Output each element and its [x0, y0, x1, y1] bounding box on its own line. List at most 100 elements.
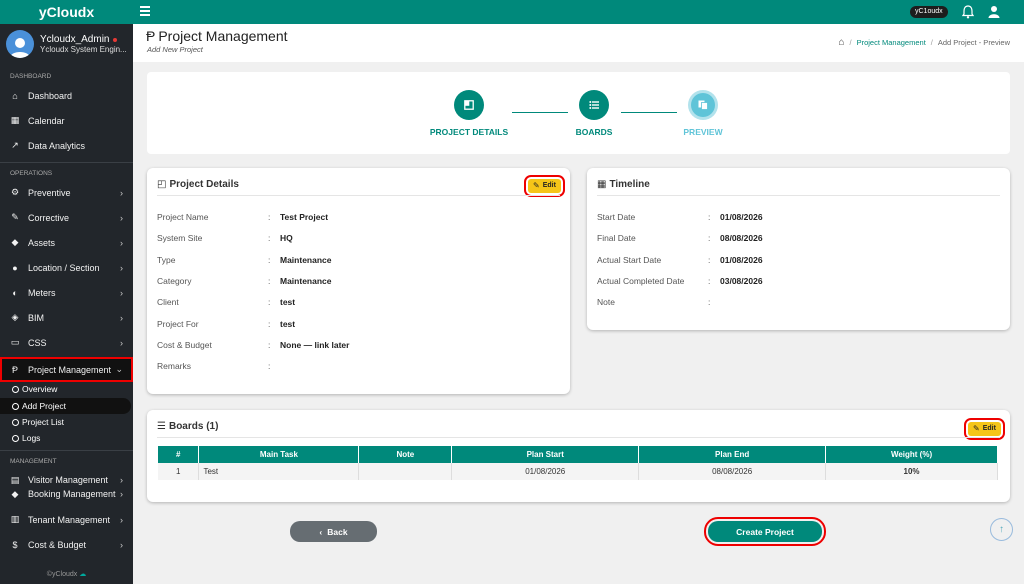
sidebar-item-preventive[interactable]: ⚙ Preventive ›	[0, 180, 133, 205]
sidebar-subitem-label: Overview	[22, 384, 58, 394]
sidebar-item-meters[interactable]: ◐ Meters ›	[0, 280, 133, 305]
page-header: Ᵽ Project Management Add New Project ⌂ / …	[133, 24, 1024, 62]
avatar	[6, 30, 34, 58]
card-title: ▦ Timeline	[597, 179, 650, 190]
topbar: yC1oudx	[133, 0, 1024, 24]
cell-number: 1	[158, 463, 200, 480]
detail-label: Project For	[157, 318, 199, 329]
detail-value: 03/08/2026	[720, 275, 763, 286]
project-icon: Ᵽ	[146, 28, 156, 44]
project-icon: Ᵽ	[11, 364, 18, 375]
column-header-weight: Weight (%)	[825, 446, 998, 463]
breadcrumb-current: Add Project - Preview	[937, 38, 1010, 47]
detail-row: Category: Maintenance	[157, 276, 332, 286]
bell-icon[interactable]	[962, 5, 974, 19]
globe-icon: ●	[12, 262, 18, 273]
detail-row: Remarks:	[157, 361, 270, 372]
back-button[interactable]: ‹ Back	[290, 521, 377, 542]
sidebar-item-corrective[interactable]: ✎ Corrective ›	[0, 205, 133, 230]
page-title: Ᵽ Project Management	[146, 28, 288, 44]
card-title-text: Project Details	[169, 179, 239, 190]
detail-value: Test Project	[280, 212, 329, 222]
user-avatar-icon	[10, 38, 30, 58]
detail-row: Start Date:01/08/2026	[597, 212, 763, 222]
detail-row: Client: test	[157, 297, 295, 307]
detail-colon: :	[268, 275, 271, 286]
sidebar-item-calendar[interactable]: ▦ Calendar	[0, 108, 133, 133]
sidebar-item-label: Corrective	[28, 212, 70, 223]
step-project-details[interactable]: PROJECT DETAILS	[419, 90, 519, 137]
step-label: PREVIEW	[683, 127, 723, 137]
sidebar-item-booking-management[interactable]: ◆ Booking Management ›	[0, 482, 133, 506]
sidebar-item-tenant-management[interactable]: ▥ Tenant Management ›	[0, 507, 133, 532]
detail-value: test	[280, 297, 296, 308]
detail-label: Remarks	[157, 361, 192, 372]
create-project-button[interactable]: Create Project	[704, 517, 826, 546]
sidebar-subitem-logs[interactable]: Logs	[0, 430, 133, 446]
sidebar-item-assets[interactable]: ◆ Assets ›	[0, 230, 133, 255]
breadcrumb-link-project-management[interactable]: Project Management	[857, 38, 926, 47]
online-status-dot	[113, 37, 118, 42]
chevron-right-icon: ›	[120, 514, 123, 525]
detail-value: Maintenance	[280, 254, 332, 265]
cell-main-task: Test	[198, 463, 360, 480]
detail-row: Actual Completed Date:03/08/2026	[597, 276, 763, 286]
pencil-icon: ✎	[533, 181, 540, 190]
sidebar-item-label: Calendar	[28, 115, 65, 126]
user-profile[interactable]: Ycloudx_Admin Ycloudx System Engin...	[0, 24, 133, 64]
sidebar-item-project-management[interactable]: Ᵽ Project Management ⌄	[0, 357, 133, 382]
detail-row: Actual Start Date:01/08/2026	[597, 254, 763, 265]
sidebar-item-cost-budget[interactable]: $ Cost & Budget ›	[0, 532, 133, 557]
detail-value: HQ	[280, 233, 293, 244]
sidebar-subitem-overview[interactable]: Overview	[0, 381, 133, 397]
divider	[0, 162, 133, 163]
wrench-icon: ✎	[11, 212, 19, 222]
sidebar-subitem-project-list[interactable]: Project List	[0, 414, 133, 430]
detail-value: Maintenance	[280, 275, 332, 286]
detail-colon: :	[268, 212, 271, 222]
sidebar-item-label: Dashboard	[28, 90, 73, 101]
list-icon: ☰	[157, 421, 166, 432]
sidebar-subitem-add-project[interactable]: Add Project	[0, 398, 131, 414]
chevron-right-icon: ›	[120, 489, 123, 499]
sidebar-item-bim[interactable]: ◈ BIM ›	[0, 305, 133, 330]
detail-label: Type	[157, 254, 176, 265]
detail-colon: :	[268, 233, 271, 244]
card-title-text: Timeline	[609, 179, 650, 190]
sidebar-item-dashboard[interactable]: ⌂ Dashboard	[0, 83, 133, 108]
sidebar-item-label: Cost & Budget	[28, 539, 87, 550]
page-title-text: Project Management	[158, 28, 288, 44]
detail-label: Start Date	[597, 212, 636, 222]
edit-boards-button[interactable]: ✎ Edit	[964, 418, 1005, 440]
edit-project-details-button[interactable]: ✎ Edit	[524, 175, 565, 197]
breadcrumb-separator: /	[849, 38, 852, 47]
circle-icon	[12, 402, 19, 410]
circle-icon	[12, 418, 19, 426]
home-icon: ⌂	[12, 90, 18, 101]
home-icon[interactable]: ⌂	[838, 37, 844, 48]
section-management: MANAGEMENT	[10, 458, 57, 465]
sidebar-item-label: BIM	[28, 312, 45, 323]
chevron-right-icon: ›	[120, 237, 123, 248]
scroll-to-top-button[interactable]: ↑	[990, 518, 1013, 541]
sidebar-item-label: CSS	[28, 337, 47, 348]
sidebar-footer: ©yCloudx ☁	[0, 570, 133, 578]
sidebar-item-label: Preventive	[28, 187, 71, 198]
brand-logo[interactable]: yCloudx	[0, 0, 133, 24]
step-preview[interactable]: PREVIEW	[653, 90, 753, 137]
sidebar-item-css[interactable]: ▭ CSS ›	[0, 330, 133, 355]
table-row: 1 Test 01/08/2026 08/08/2026 10%	[158, 463, 998, 480]
sidebar-item-location[interactable]: ● Location / Section ›	[0, 255, 133, 280]
step-boards[interactable]: BOARDS	[544, 90, 644, 137]
detail-row: Note:	[597, 297, 710, 307]
hamburger-menu-icon[interactable]	[140, 6, 150, 18]
sidebar-subitem-label: Logs	[22, 433, 41, 443]
user-icon[interactable]	[988, 5, 1000, 19]
workspace-badge[interactable]: yC1oudx	[910, 6, 948, 18]
sidebar-item-data-analytics[interactable]: ↗ Data Analytics	[0, 133, 133, 158]
detail-value: None — link later	[280, 339, 350, 350]
detail-label: Actual Start Date	[597, 254, 662, 265]
step-label: PROJECT DETAILS	[429, 127, 509, 137]
detail-colon: :	[268, 318, 271, 329]
section-dashboard: DASHBOARD	[10, 73, 52, 80]
